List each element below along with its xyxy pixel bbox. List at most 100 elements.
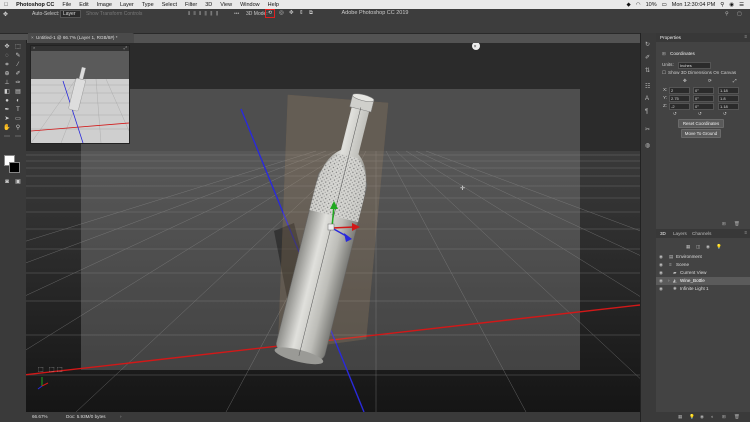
close-icon[interactable]: × xyxy=(33,45,35,50)
expand-icon[interactable]: ⤢ xyxy=(124,45,127,50)
brush-panel-icon[interactable]: ✐ xyxy=(645,54,650,61)
x-position-field[interactable]: 2 xyxy=(669,87,690,94)
visibility-eye-icon[interactable]: ◉ xyxy=(659,285,663,293)
search-icon[interactable]: ⚲ xyxy=(720,2,724,8)
tab-layers[interactable]: Layers xyxy=(673,231,687,236)
menu-file[interactable]: File xyxy=(58,2,75,8)
battery-icon[interactable]: ▭ xyxy=(662,2,667,8)
layer-row-selected[interactable]: ◉ › ◭ Wine_Bottle xyxy=(656,277,750,285)
menu-select[interactable]: Select xyxy=(158,2,181,8)
tab-channels[interactable]: Channels xyxy=(692,231,711,236)
apple-icon[interactable]:  xyxy=(0,2,12,8)
type-tool-icon[interactable]: T xyxy=(14,107,22,113)
menu-view[interactable]: View xyxy=(216,2,236,8)
menu-3d[interactable]: 3D xyxy=(201,2,216,8)
libraries-panel-icon[interactable]: ☷ xyxy=(645,83,650,90)
quick-mask-icon[interactable]: ◙ xyxy=(3,179,11,185)
zoom-tool-icon[interactable]: ⚲ xyxy=(14,125,22,131)
gradient-tool-icon[interactable]: ▤ xyxy=(14,89,22,95)
path-select-icon[interactable]: ➤ xyxy=(3,116,11,122)
render-icon[interactable]: ◉ xyxy=(700,414,704,420)
tools-panel-icon[interactable]: ✂ xyxy=(645,126,650,133)
layer-row[interactable]: ◉ ▰ Current View xyxy=(656,269,750,277)
blur-tool-icon[interactable]: ● xyxy=(3,98,11,104)
z-position-field[interactable]: -2 xyxy=(669,103,690,110)
adjustments-panel-icon[interactable]: ⇅ xyxy=(645,67,650,74)
panel-menu-icon[interactable]: ≡ xyxy=(744,34,747,39)
z-rotation-field[interactable]: 0° xyxy=(693,103,714,110)
3d-panel-icon[interactable]: ◍ xyxy=(645,142,650,149)
clock[interactable]: Mon 12:30:04 PM xyxy=(672,2,715,8)
lasso-tool-icon[interactable]: ◌ xyxy=(3,53,11,59)
crop-tool-icon[interactable]: ⌗ xyxy=(3,62,11,68)
dodge-tool-icon[interactable]: ◐ xyxy=(14,98,22,104)
properties-tab[interactable]: Properties xyxy=(660,35,681,40)
document-tab[interactable]: × Untitled-1 @ 66.7% (Layer 1, RGB/8#) * xyxy=(28,33,134,43)
reset-coordinates-button[interactable]: Reset Coordinates xyxy=(678,119,724,128)
filter-material-icon[interactable]: ◉ xyxy=(706,244,710,250)
visibility-eye-icon[interactable]: ◉ xyxy=(659,269,663,277)
menu-layer[interactable]: Layer xyxy=(116,2,138,8)
app-menu[interactable]: Photoshop CC xyxy=(12,2,58,8)
menu-image[interactable]: Image xyxy=(93,2,116,8)
shape-tool-icon[interactable]: ▭ xyxy=(14,116,22,122)
healing-brush-icon[interactable]: ⊕ xyxy=(3,71,11,77)
status-menu-icon[interactable]: › xyxy=(120,412,122,422)
move-tool-icon[interactable]: ✥ xyxy=(3,44,11,50)
panel-menu-icon[interactable]: ≡ xyxy=(744,230,747,235)
visibility-eye-icon[interactable]: ◉ xyxy=(659,261,663,269)
menu-type[interactable]: Type xyxy=(138,2,158,8)
y-position-field[interactable]: 2.75 xyxy=(669,95,690,102)
new-layer-icon[interactable]: ▦ xyxy=(678,414,682,420)
y-rotation-field[interactable]: 0° xyxy=(693,95,714,102)
brush-tool-icon[interactable]: ✐ xyxy=(14,71,22,77)
menu-help[interactable]: Help xyxy=(264,2,283,8)
light-add-icon[interactable]: 💡 xyxy=(689,414,695,420)
close-tab-icon[interactable]: × xyxy=(31,33,34,43)
layer-row[interactable]: ◉ ≡ Scene xyxy=(656,261,750,269)
pen-tool-icon[interactable]: ✒ xyxy=(3,107,11,113)
panel-footer-icon[interactable]: ⊞ xyxy=(722,221,726,227)
more-tools-icon[interactable]: ⋯ xyxy=(14,134,22,140)
reset-position-icon[interactable]: ↺ xyxy=(673,111,677,117)
background-color-swatch[interactable] xyxy=(9,162,20,173)
y-scale-field[interactable]: 1.8 xyxy=(718,95,739,102)
x-scale-field[interactable]: 1.18 xyxy=(718,87,739,94)
siri-icon[interactable]: ◉ xyxy=(729,2,734,8)
character-panel-icon[interactable]: A xyxy=(645,96,649,102)
history-panel-icon[interactable]: ↻ xyxy=(645,41,650,48)
filter-scene-icon[interactable]: ▦ xyxy=(686,244,690,250)
hand-tool-icon[interactable]: ✋ xyxy=(3,125,11,131)
trash-icon[interactable]: 🗑 xyxy=(734,414,740,420)
quick-select-icon[interactable]: ✎ xyxy=(14,53,22,59)
menu-filter[interactable]: Filter xyxy=(181,2,201,8)
filter-mesh-icon[interactable]: ◫ xyxy=(696,244,700,250)
tab-3d[interactable]: 3D xyxy=(660,231,666,236)
navigator-thumbnail[interactable]: × ⤢ xyxy=(30,45,130,144)
visibility-eye-icon[interactable]: ◉ xyxy=(659,253,663,261)
notifications-icon[interactable]: ☰ xyxy=(739,2,744,8)
reset-rotation-icon[interactable]: ↺ xyxy=(698,111,702,117)
eraser-tool-icon[interactable]: ◧ xyxy=(3,89,11,95)
layer-row[interactable]: ◉ ✺ Infinite Light 1 xyxy=(656,285,750,293)
z-scale-field[interactable]: 1.18 xyxy=(718,103,739,110)
clone-stamp-icon[interactable]: ⊥ xyxy=(3,80,11,86)
dropbox-icon[interactable]: ◆ xyxy=(627,2,631,8)
menu-window[interactable]: Window xyxy=(236,2,264,8)
visibility-eye-icon[interactable]: ◉ xyxy=(659,277,663,285)
expand-arrow-icon[interactable]: › xyxy=(668,277,670,285)
zoom-level[interactable]: 66.67% xyxy=(32,412,48,422)
history-brush-icon[interactable]: ✑ xyxy=(14,80,22,86)
menu-edit[interactable]: Edit xyxy=(75,2,92,8)
units-dropdown[interactable]: Inches xyxy=(678,62,711,69)
paragraph-panel-icon[interactable]: ¶ xyxy=(645,109,648,115)
move-to-ground-button[interactable]: Move To Ground xyxy=(681,129,721,138)
eyedropper-icon[interactable]: ⁄ xyxy=(14,62,22,68)
edit-toolbar-icon[interactable]: ⋯ xyxy=(3,134,11,140)
reset-scale-icon[interactable]: ↺ xyxy=(723,111,727,117)
filter-light-icon[interactable]: 💡 xyxy=(716,244,722,250)
trash-icon[interactable]: 🗑 xyxy=(734,221,740,227)
screen-mode-icon[interactable]: ▣ xyxy=(14,179,22,185)
layer-row[interactable]: ◉ ▤ Environment xyxy=(656,253,750,261)
show-dims-checkbox[interactable]: ☐ xyxy=(662,70,666,76)
